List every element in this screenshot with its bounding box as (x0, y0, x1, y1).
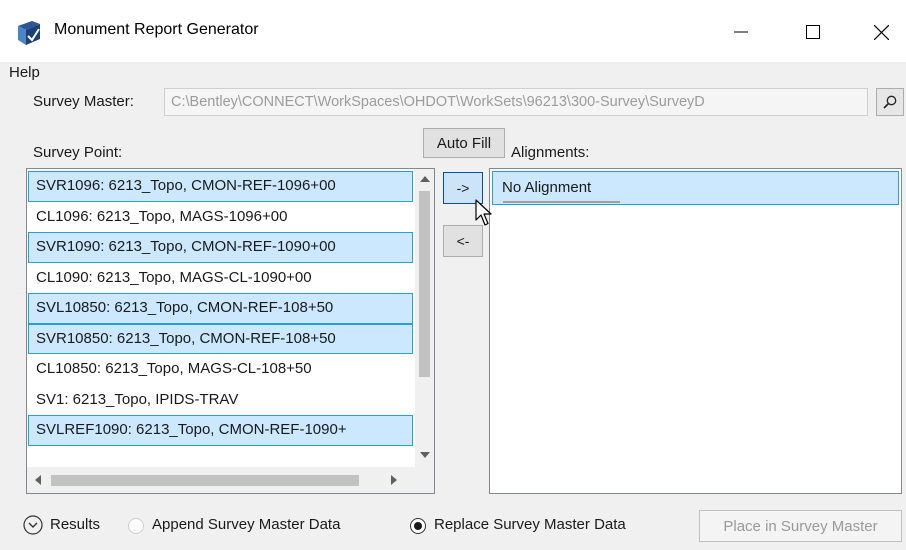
survey-master-field: C:\Bentley\CONNECT\WorkSpaces\OHDOT\Work… (164, 88, 868, 116)
survey-point-item[interactable]: SVR10850: 6213_Topo, CMON-REF-108+50 (28, 323, 413, 354)
expand-chevron-icon[interactable] (23, 515, 43, 535)
triangle-left-icon (35, 475, 41, 485)
survey-point-item[interactable]: CL1090: 6213_Topo, MAGS-CL-1090+00 (28, 263, 413, 294)
triangle-down-icon (419, 452, 430, 458)
survey-point-item[interactable]: CL1096: 6213_Topo, MAGS-1096+00 (28, 202, 413, 233)
survey-point-item[interactable]: SVR1096: 6213_Topo, CMON-REF-1096+00 (28, 171, 413, 202)
survey-master-browse-button[interactable] (876, 88, 904, 116)
alignments-label: Alignments: (511, 144, 590, 161)
append-radio-label[interactable]: Append Survey Master Data (152, 516, 340, 533)
close-icon (873, 24, 889, 40)
move-left-button[interactable]: <- (443, 225, 483, 257)
vertical-scrollbar[interactable] (415, 169, 434, 467)
triangle-right-icon (391, 475, 397, 485)
survey-point-item[interactable]: CL10850: 6213_Topo, MAGS-CL-108+50 (28, 354, 413, 385)
mouse-pointer-icon (475, 199, 492, 226)
alignment-item[interactable]: No Alignment (492, 171, 899, 205)
horizontal-scroll-thumb[interactable] (51, 475, 359, 486)
alignment-item-label: No Alignment (502, 179, 592, 196)
menu-bar (0, 62, 906, 86)
survey-point-items: SVR1096: 6213_Topo, CMON-REF-1096+00 CL10… (28, 171, 413, 446)
radio-selected-dot (414, 522, 422, 530)
survey-master-label: Survey Master: (33, 93, 134, 110)
vertical-scroll-thumb[interactable] (419, 191, 430, 377)
scrollbar-corner (415, 467, 434, 493)
window-title: Monument Report Generator (54, 21, 259, 38)
survey-point-item[interactable]: SVR1090: 6213_Topo, CMON-REF-1090+00 (28, 232, 413, 263)
scroll-up-button[interactable] (415, 169, 434, 189)
search-icon (883, 95, 897, 109)
maximize-button[interactable] (790, 12, 836, 52)
survey-point-item[interactable]: SVL10850: 6213_Topo, CMON-REF-108+50 (28, 293, 413, 324)
horizontal-scrollbar[interactable] (27, 467, 415, 493)
menu-help[interactable]: Help (6, 63, 43, 82)
results-label[interactable]: Results (50, 516, 100, 533)
survey-point-item[interactable]: SVLREF1090: 6213_Topo, CMON-REF-1090+ (28, 415, 413, 446)
survey-point-label: Survey Point: (33, 144, 123, 161)
replace-radio[interactable] (410, 518, 426, 534)
bentley-app-icon (18, 21, 40, 45)
scroll-down-button[interactable] (415, 445, 434, 465)
alignment-item-underline (503, 201, 620, 203)
scroll-left-button[interactable] (27, 467, 49, 493)
maximize-icon (806, 25, 820, 39)
minimize-button[interactable] (718, 12, 764, 52)
alignment-list[interactable]: No Alignment (489, 168, 902, 494)
close-button[interactable] (858, 12, 904, 52)
minimize-icon (734, 31, 748, 33)
place-in-survey-master-button[interactable]: Place in Survey Master (699, 510, 902, 542)
scroll-right-button[interactable] (383, 467, 405, 493)
append-radio[interactable] (128, 518, 144, 534)
auto-fill-button[interactable]: Auto Fill (423, 128, 505, 158)
survey-point-item[interactable]: SV1: 6213_Topo, IPIDS-TRAV (28, 385, 413, 416)
survey-point-list[interactable]: SVR1096: 6213_Topo, CMON-REF-1096+00 CL10… (26, 168, 435, 494)
triangle-up-icon (419, 176, 430, 182)
replace-radio-label[interactable]: Replace Survey Master Data (434, 516, 626, 533)
